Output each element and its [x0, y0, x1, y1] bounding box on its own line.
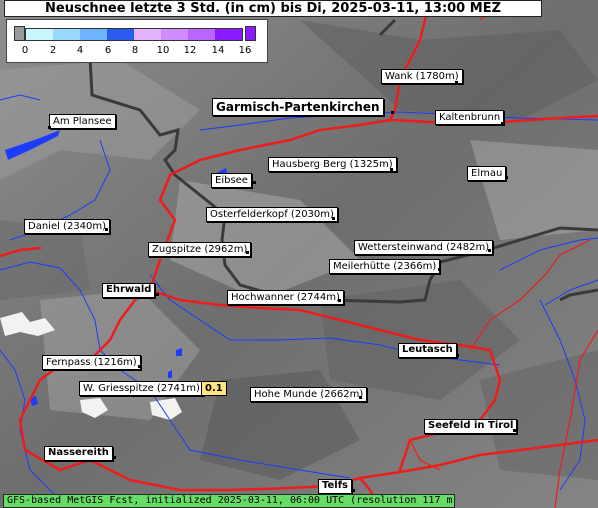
snow-value-badge: 0.1 [201, 381, 227, 396]
legend-min-cap [14, 26, 25, 41]
legend-tick: 10 [156, 45, 170, 56]
place-marker [505, 176, 508, 179]
place-marker [105, 228, 108, 231]
legend-swatch [188, 29, 215, 40]
place-marker [391, 111, 394, 114]
place-marker [513, 429, 516, 432]
legend-swatch [26, 29, 53, 40]
place-label-wettersteinwand: Wettersteinwand (2482m) [354, 240, 494, 255]
place-marker [332, 217, 335, 220]
place-label-w-griesspitze: W. Griesspitze (2741m) [79, 381, 204, 396]
place-label-elmau: Elmau [467, 166, 507, 181]
place-marker [455, 81, 458, 84]
legend: 0 2 4 6 8 10 12 14 16 [6, 19, 268, 63]
legend-swatch [134, 29, 161, 40]
place-marker [246, 251, 249, 254]
forecast-footer: GFS-based MetGIS Fcst, initialized 2025-… [3, 494, 455, 508]
legend-swatch [215, 29, 242, 40]
legend-tick: 14 [211, 45, 225, 56]
legend-swatch [53, 29, 80, 40]
place-label-daniel: Daniel (2340m) [24, 219, 111, 234]
place-marker [253, 181, 256, 184]
legend-swatch [80, 29, 107, 40]
place-marker [48, 126, 51, 129]
legend-tick: 0 [21, 45, 29, 56]
place-label-telfs: Telfs [318, 479, 353, 494]
place-marker [113, 456, 116, 459]
place-label-seefeld-in-tirol: Seefeld in Tirol [424, 419, 518, 434]
place-marker [488, 249, 491, 252]
place-label-eibsee: Eibsee [211, 173, 252, 188]
place-label-hohe-munde: Hohe Munde (2662m) [250, 387, 368, 402]
legend-tick: 12 [183, 45, 197, 56]
place-marker [390, 168, 393, 171]
place-label-leutasch: Leutasch [398, 343, 457, 358]
place-marker [438, 268, 441, 271]
place-marker [352, 489, 355, 492]
place-marker [138, 365, 141, 368]
place-label-hochwanner: Hochwanner (2744m) [227, 290, 344, 305]
place-label-wank: Wank (1780m) [381, 69, 463, 84]
place-label-ehrwald: Ehrwald [102, 283, 156, 298]
place-label-fernpass: Fernpass (1216m) [42, 355, 141, 370]
place-label-hausberg-berg: Hausberg Berg (1325m) [268, 157, 397, 172]
place-marker [359, 396, 362, 399]
place-marker [501, 122, 504, 125]
place-label-am-plansee: Am Plansee [49, 114, 116, 129]
legend-tick: 8 [131, 45, 139, 56]
place-label-kaltenbrunn: Kaltenbrunn [435, 110, 505, 125]
legend-tick: 6 [104, 45, 112, 56]
place-marker [338, 299, 341, 302]
legend-tick: 4 [76, 45, 84, 56]
place-label-meilerhuette: Meilerhütte (2366m) [329, 259, 441, 274]
legend-tick: 16 [238, 45, 252, 56]
legend-tick: 2 [49, 45, 57, 56]
map-title: Neuschnee letzte 3 Std. (in cm) bis Di, … [4, 0, 542, 17]
legend-swatch [161, 29, 188, 40]
legend-max-cap [245, 26, 256, 41]
place-label-osterfelderkopf: Osterfelderkopf (2030m) [206, 207, 338, 222]
place-label-nassereith: Nassereith [44, 446, 113, 461]
legend-color-bar [25, 28, 243, 41]
place-label-zugspitze: Zugspitze (2962m) [148, 242, 252, 257]
place-marker [456, 354, 459, 357]
legend-swatch [107, 29, 134, 40]
place-marker [156, 293, 159, 296]
place-label-garmisch-partenkirchen: Garmisch-Partenkirchen [212, 98, 384, 116]
